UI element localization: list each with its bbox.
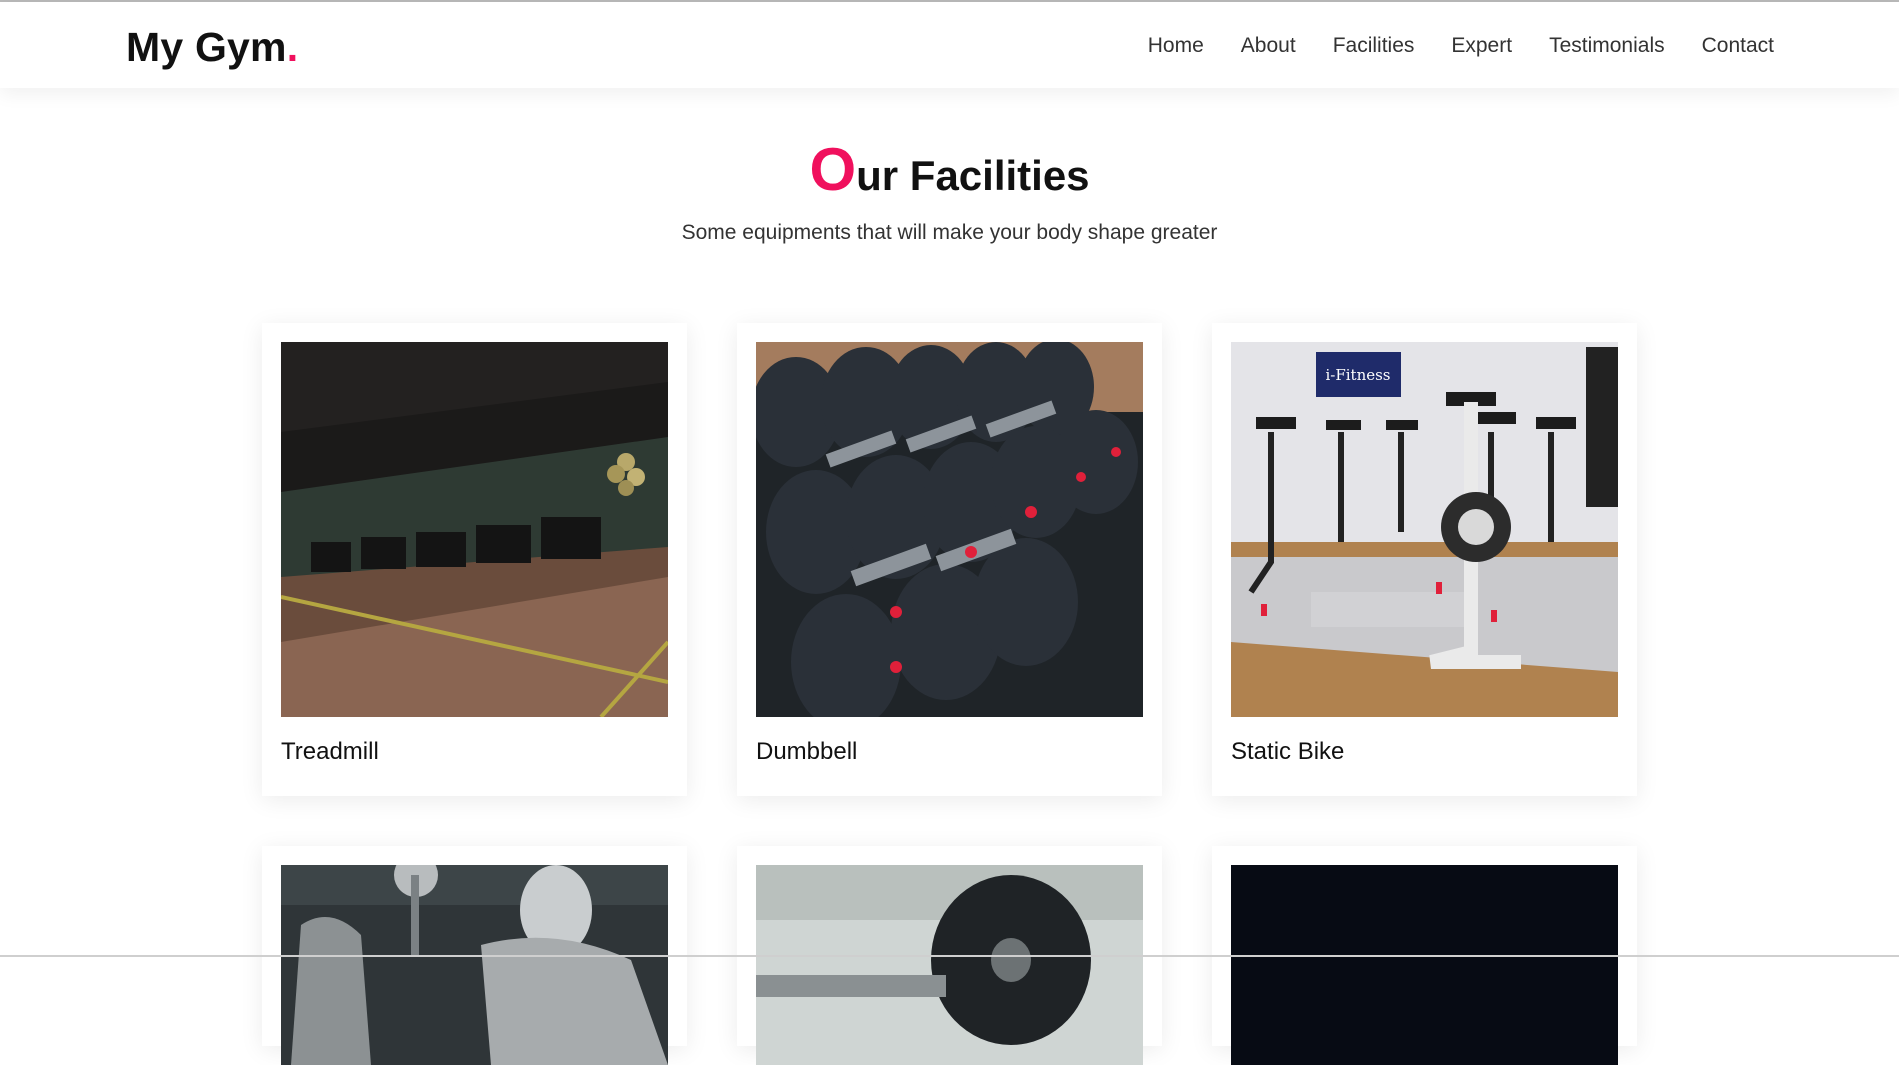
facility-card-5[interactable]	[737, 846, 1162, 1065]
dark-gym-image	[1231, 865, 1618, 1065]
static-bike-sign: i-Fitness	[1325, 366, 1390, 384]
section-heading: Our Facilities	[0, 140, 1899, 206]
section-subtitle: Some equipments that will make your body…	[681, 221, 1218, 244]
facility-card-4[interactable]	[262, 846, 687, 1065]
navbar: My Gym. Home About Facilities Expert Tes…	[0, 2, 1899, 88]
brand-dot: .	[286, 24, 299, 70]
nav-contact[interactable]: Contact	[1702, 32, 1774, 60]
main-nav: Home About Facilities Expert Testimonial…	[1111, 32, 1774, 60]
weight-plate-image	[756, 865, 1143, 1065]
facility-card-static-bike[interactable]: i-Fitness Static Bike	[1212, 323, 1637, 796]
nav-expert[interactable]: Expert	[1451, 32, 1512, 60]
brand-name: My Gym	[126, 24, 287, 70]
treadmill-image	[281, 342, 668, 717]
dumbbell-image	[756, 342, 1143, 717]
nav-testimonials[interactable]: Testimonials	[1549, 32, 1665, 60]
facility-card-dumbbell[interactable]: Dumbbell	[737, 323, 1162, 796]
weightlifter-image	[281, 865, 668, 1065]
nav-about[interactable]: About	[1241, 32, 1296, 60]
facility-card-6[interactable]	[1212, 846, 1637, 1065]
heading-initial: O	[809, 136, 857, 203]
facility-card-treadmill[interactable]: Treadmill	[262, 323, 687, 796]
facility-label-dumbbell: Dumbbell	[756, 738, 858, 765]
facility-label-treadmill: Treadmill	[281, 738, 379, 765]
static-bike-image: i-Fitness	[1231, 342, 1618, 717]
nav-facilities[interactable]: Facilities	[1333, 32, 1415, 60]
nav-home[interactable]: Home	[1148, 32, 1204, 60]
brand-logo[interactable]: My Gym.	[126, 23, 298, 71]
facility-label-static-bike: Static Bike	[1231, 738, 1345, 765]
heading-rest: ur Facilities	[856, 152, 1090, 199]
